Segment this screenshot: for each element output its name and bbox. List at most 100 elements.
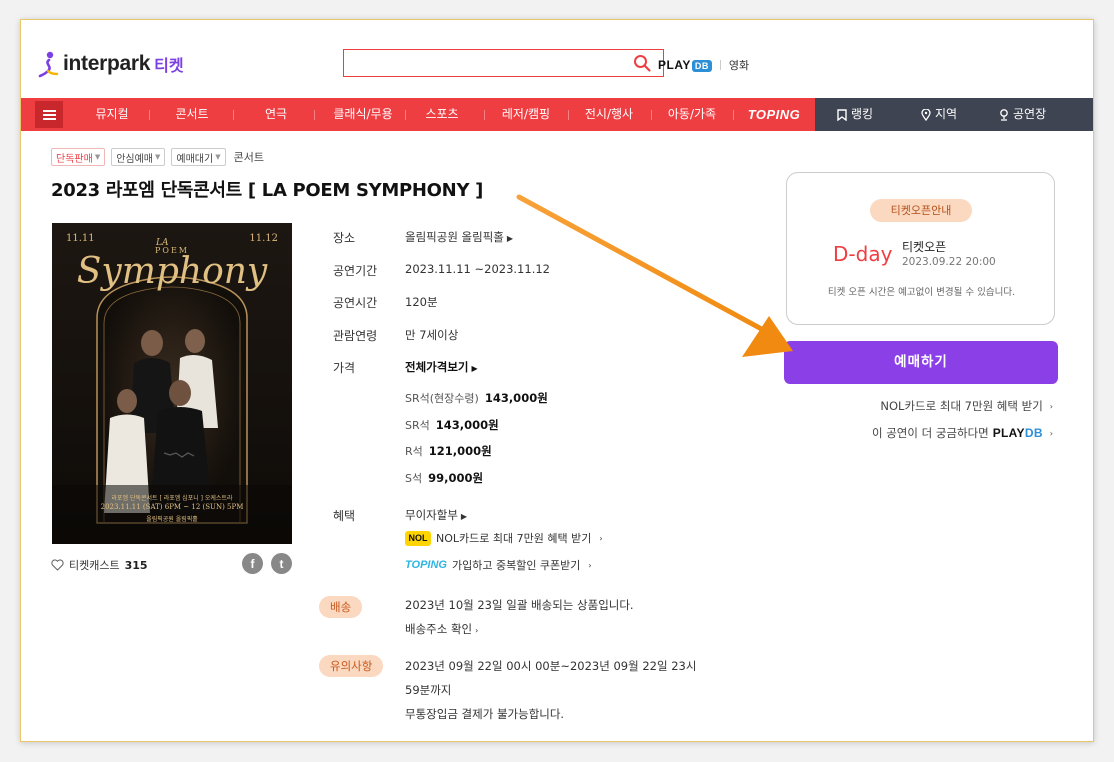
price-row: SR석(현장수령) 143,000원: [405, 390, 548, 406]
installment-label: 무이자할부: [405, 508, 458, 522]
nol-card-benefit-link[interactable]: NOL NOL카드로 최대 7만원 혜택 받기 ›: [405, 530, 603, 546]
ticket-open-box: 티켓오픈안내 D-day 티켓오픈 2023.09.22 20:00 티켓 오픈…: [786, 172, 1055, 325]
nav-item-concert[interactable]: 콘서트: [163, 98, 221, 131]
bookmark-icon: [837, 108, 847, 121]
price-amount: 121,000원: [428, 444, 492, 458]
nav-separator: [484, 110, 485, 120]
age-value: 만 7세이상: [405, 328, 459, 342]
caret-down-icon: ▼: [215, 153, 221, 161]
poster-symphony: Symphony: [76, 251, 268, 292]
book-button[interactable]: 예매하기: [784, 341, 1058, 384]
nav-separator: [405, 110, 406, 120]
nav-venue[interactable]: 공연장: [999, 98, 1046, 131]
nav-separator: [651, 110, 652, 120]
location-pin-icon: [921, 108, 931, 121]
chip-label: 단독판매: [56, 153, 93, 165]
breadcrumb-category[interactable]: 콘서트: [234, 149, 264, 165]
nav-item-classic[interactable]: 클래식/무용: [321, 98, 405, 131]
ticket-open-note: 티켓 오픈 시간은 예고없이 변경될 수 있습니다.: [827, 287, 1016, 298]
chevron-right-icon: ▶: [471, 364, 478, 373]
nav-item-musical[interactable]: 뮤지컬: [83, 98, 141, 131]
chevron-right-icon: ▶: [460, 512, 468, 521]
nav-item-kids[interactable]: 아동/가족: [657, 98, 727, 131]
price-seat: SR석: [405, 419, 430, 432]
poster-caption-3: 올림픽공원 올림픽홀: [146, 516, 198, 523]
period-label: 공연기간: [333, 264, 378, 278]
chip-exclusive[interactable]: 단독판매 ▼: [51, 148, 106, 166]
price-seat: SR석(현장수령): [405, 392, 479, 405]
price-label: 가격: [333, 361, 356, 375]
chip-label: 안심예매: [116, 153, 154, 165]
wishlist-count: 315: [124, 558, 148, 572]
ticket-open-date: 2023.09.22 20:00: [902, 256, 996, 268]
twitter-share-button[interactable]: t: [271, 553, 292, 574]
chevron-right-icon: ›: [588, 560, 592, 570]
interpark-ticket-logo[interactable]: interpark 티켓: [38, 50, 184, 78]
logo-ticket-text: 티켓: [154, 56, 184, 75]
playdb-label: PLAY: [658, 58, 691, 72]
view-all-prices-label: 전체가격보기: [405, 360, 469, 374]
runtime-value: 120분: [405, 295, 438, 309]
price-amount: 143,000원: [435, 418, 499, 432]
installment-link[interactable]: 무이자할부 ▶: [405, 507, 467, 523]
nol-card-link[interactable]: NOL카드로 최대 7만원 혜택 받기 ›: [880, 398, 1053, 414]
chip-waitlist[interactable]: 예매대기 ▼: [171, 148, 226, 166]
delivery-text: 2023년 10월 23일 일괄 배송되는 상품입니다.: [405, 598, 634, 612]
playdb-more-link[interactable]: 이 공연이 더 궁금하다면 PLAYDB ›: [872, 425, 1053, 441]
poster-caption-2: 2023.11.11 (SAT) 6PM ~ 12 (SUN) 5PM: [100, 503, 244, 511]
period-value: 2023.11.11 ~2023.11.12: [405, 262, 550, 276]
nav-separator: [149, 110, 150, 120]
notice-badge: 유의사항: [319, 655, 384, 677]
toping-benefit-link[interactable]: TOPING 가입하고 중복할인 쿠폰받기 ›: [405, 557, 592, 573]
price-row: S석 99,000원: [405, 470, 483, 486]
movie-link[interactable]: 영화: [729, 57, 749, 73]
venue-value[interactable]: 올림픽공원 올림픽홀 ▶: [405, 229, 513, 245]
playdb-more-label: 이 공연이 더 궁금하다면: [871, 426, 989, 440]
benefit-label: 혜택: [333, 509, 356, 523]
playdb-logo: PLAYDB: [993, 426, 1043, 440]
nav-region[interactable]: 지역: [921, 98, 957, 131]
venue-label: 장소: [333, 231, 356, 245]
chip-safe-booking[interactable]: 안심예매 ▼: [111, 148, 166, 166]
nav-item-leisure[interactable]: 레저/캠핑: [491, 98, 561, 131]
facebook-icon: f: [250, 556, 255, 571]
nav-item-sports[interactable]: 스포츠: [413, 98, 471, 131]
delivery-address-label: 배송주소 확인: [405, 622, 473, 636]
facebook-share-button[interactable]: f: [242, 553, 263, 574]
nav-item-exhibition[interactable]: 전시/행사: [574, 98, 644, 131]
breadcrumb: 단독판매 ▼ 안심예매 ▼ 예매대기 ▼ 콘서트: [51, 148, 264, 166]
logo-text: interpark: [63, 52, 151, 75]
nav-separator: [733, 110, 734, 120]
nav-venue-label: 공연장: [1013, 107, 1047, 121]
hamburger-icon: [42, 108, 56, 122]
toping-logo-icon: TOPING: [405, 559, 447, 571]
nav-item-play[interactable]: 연극: [247, 98, 305, 131]
playdb-link[interactable]: PLAY DB: [658, 58, 712, 72]
search-box: [343, 49, 664, 77]
menu-button[interactable]: [35, 101, 63, 128]
search-input[interactable]: [344, 50, 624, 76]
price-seat: R석: [405, 445, 423, 458]
ticket-open-badge: 티켓오픈안내: [870, 199, 972, 222]
view-all-prices-link[interactable]: 전체가격보기 ▶: [405, 359, 478, 375]
nav-ranking-label: 랭킹: [851, 107, 874, 121]
nav-ranking[interactable]: 랭킹: [837, 98, 873, 131]
nav-separator: [314, 110, 315, 120]
nav-separator: [568, 110, 569, 120]
chevron-right-icon: ›: [475, 626, 479, 635]
divider: [719, 60, 721, 70]
poster-date-right: 11.12: [249, 233, 278, 244]
caret-down-icon: ▼: [94, 153, 101, 161]
playdb-db: DB: [1024, 426, 1043, 440]
nav-region-label: 지역: [935, 107, 958, 121]
heart-icon: [51, 559, 64, 571]
top-links: PLAY DB 영화: [658, 57, 749, 73]
delivery-address-link[interactable]: 배송주소 확인 ›: [405, 621, 478, 637]
nol-card-link-label: NOL카드로 최대 7만원 혜택 받기: [880, 399, 1043, 413]
poster-caption-1: 라포엠 단독콘서트 [ 라포엠 심포니 ] 오케스트라: [111, 495, 233, 502]
search-icon[interactable]: [633, 54, 651, 72]
notice-line-2: 59분까지: [405, 683, 452, 697]
wishlist-button[interactable]: 티켓캐스트 315: [51, 557, 148, 573]
twitter-icon: t: [279, 556, 284, 571]
nav-item-toping[interactable]: TOPING: [741, 98, 807, 131]
